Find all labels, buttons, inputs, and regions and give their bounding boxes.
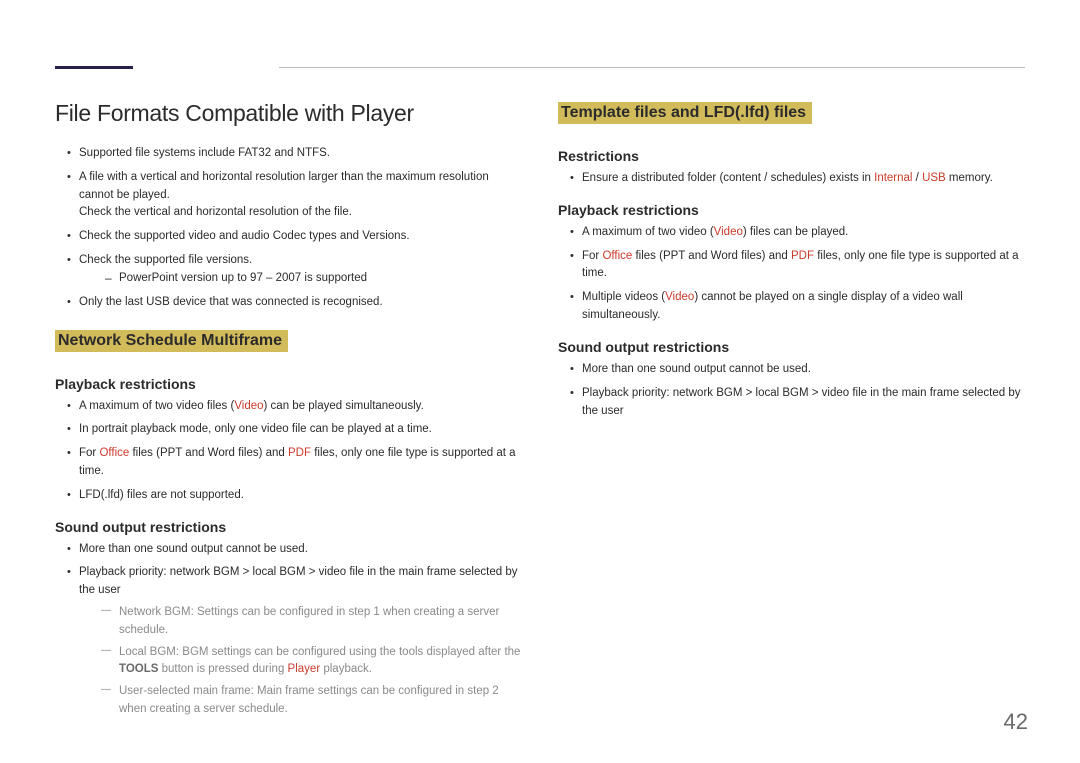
red-text: USB: [922, 172, 946, 184]
list-item: Playback priority: network BGM > local B…: [582, 385, 1025, 421]
t: A maximum of two video (: [582, 226, 714, 238]
body-text: A file with a vertical and horizontal re…: [79, 171, 489, 201]
subsection-heading: Sound output restrictions: [558, 339, 1025, 355]
playback-list: A maximum of two video (Video) files can…: [558, 224, 1025, 325]
intro-item: Check the supported file versions. Power…: [79, 252, 522, 288]
sub-list: Network BGM: Settings can be configured …: [79, 604, 522, 719]
t: Local BGM: BGM settings can be configure…: [119, 646, 520, 658]
t: For: [582, 250, 602, 262]
sub-list: PowerPoint version up to 97 – 2007 is su…: [79, 270, 522, 288]
list-item: LFD(.lfd) files are not supported.: [79, 487, 522, 505]
subsection-heading: Playback restrictions: [55, 376, 522, 392]
t: Ensure a distributed folder (content / s…: [582, 172, 874, 184]
t: ) can be played simultaneously.: [264, 400, 424, 412]
intro-item: A file with a vertical and horizontal re…: [79, 169, 522, 222]
red-text: Video: [665, 291, 694, 303]
intro-item: Check the supported video and audio Code…: [79, 228, 522, 246]
t: A maximum of two video files (: [79, 400, 234, 412]
list-item: Multiple videos (Video) cannot be played…: [582, 289, 1025, 325]
t: /: [912, 172, 922, 184]
body-text: Check the supported file versions.: [79, 254, 252, 266]
t: Multiple videos (: [582, 291, 665, 303]
sub-item: PowerPoint version up to 97 – 2007 is su…: [119, 270, 522, 288]
header-divider: [279, 67, 1025, 68]
t: playback.: [320, 663, 372, 675]
list-item: More than one sound output cannot be use…: [79, 541, 522, 559]
list-item: Ensure a distributed folder (content / s…: [582, 170, 1025, 188]
list-item: For Office files (PPT and Word files) an…: [582, 248, 1025, 284]
t: Playback priority: network BGM > local B…: [79, 566, 517, 596]
red-text: PDF: [791, 250, 814, 262]
red-text: PDF: [288, 447, 311, 459]
header-accent-bar: [55, 66, 133, 69]
t: memory.: [946, 172, 993, 184]
sound-list: More than one sound output cannot be use…: [55, 541, 522, 719]
section-heading-template: Template files and LFD(.lfd) files: [558, 102, 812, 124]
page-number: 42: [1004, 709, 1028, 735]
header-rule: [55, 64, 1025, 74]
subsection-heading: Playback restrictions: [558, 202, 1025, 218]
section-heading-network: Network Schedule Multiframe: [55, 330, 288, 352]
tools-label: TOOLS: [119, 663, 158, 675]
restrictions-list: Ensure a distributed folder (content / s…: [558, 170, 1025, 188]
list-item: A maximum of two video (Video) files can…: [582, 224, 1025, 242]
list-item: In portrait playback mode, only one vide…: [79, 421, 522, 439]
right-column: Template files and LFD(.lfd) files Restr…: [558, 100, 1025, 725]
intro-list: Supported file systems include FAT32 and…: [55, 145, 522, 312]
intro-item: Only the last USB device that was connec…: [79, 294, 522, 312]
t: For: [79, 447, 99, 459]
sound-list: More than one sound output cannot be use…: [558, 361, 1025, 420]
list-item: More than one sound output cannot be use…: [582, 361, 1025, 379]
body-text: Check the vertical and horizontal resolu…: [79, 204, 522, 222]
page-title: File Formats Compatible with Player: [55, 100, 522, 127]
red-text: Player: [288, 663, 321, 675]
red-text: Video: [714, 226, 743, 238]
red-text: Internal: [874, 172, 912, 184]
sub-item: Local BGM: BGM settings can be configure…: [119, 644, 522, 680]
t: button is pressed during: [158, 663, 287, 675]
red-text: Office: [602, 250, 632, 262]
intro-item: Supported file systems include FAT32 and…: [79, 145, 522, 163]
list-item: For Office files (PPT and Word files) an…: [79, 445, 522, 481]
list-item: A maximum of two video files (Video) can…: [79, 398, 522, 416]
red-text: Video: [234, 400, 263, 412]
sub-item: Network BGM: Settings can be configured …: [119, 604, 522, 640]
sub-item: User-selected main frame: Main frame set…: [119, 683, 522, 719]
t: files (PPT and Word files) and: [632, 250, 791, 262]
t: files (PPT and Word files) and: [129, 447, 288, 459]
red-text: Office: [99, 447, 129, 459]
t: ) files can be played.: [743, 226, 848, 238]
left-column: File Formats Compatible with Player Supp…: [55, 100, 522, 725]
playback-list: A maximum of two video files (Video) can…: [55, 398, 522, 505]
list-item: Playback priority: network BGM > local B…: [79, 564, 522, 719]
content-area: File Formats Compatible with Player Supp…: [55, 100, 1025, 725]
subsection-heading: Restrictions: [558, 148, 1025, 164]
subsection-heading: Sound output restrictions: [55, 519, 522, 535]
